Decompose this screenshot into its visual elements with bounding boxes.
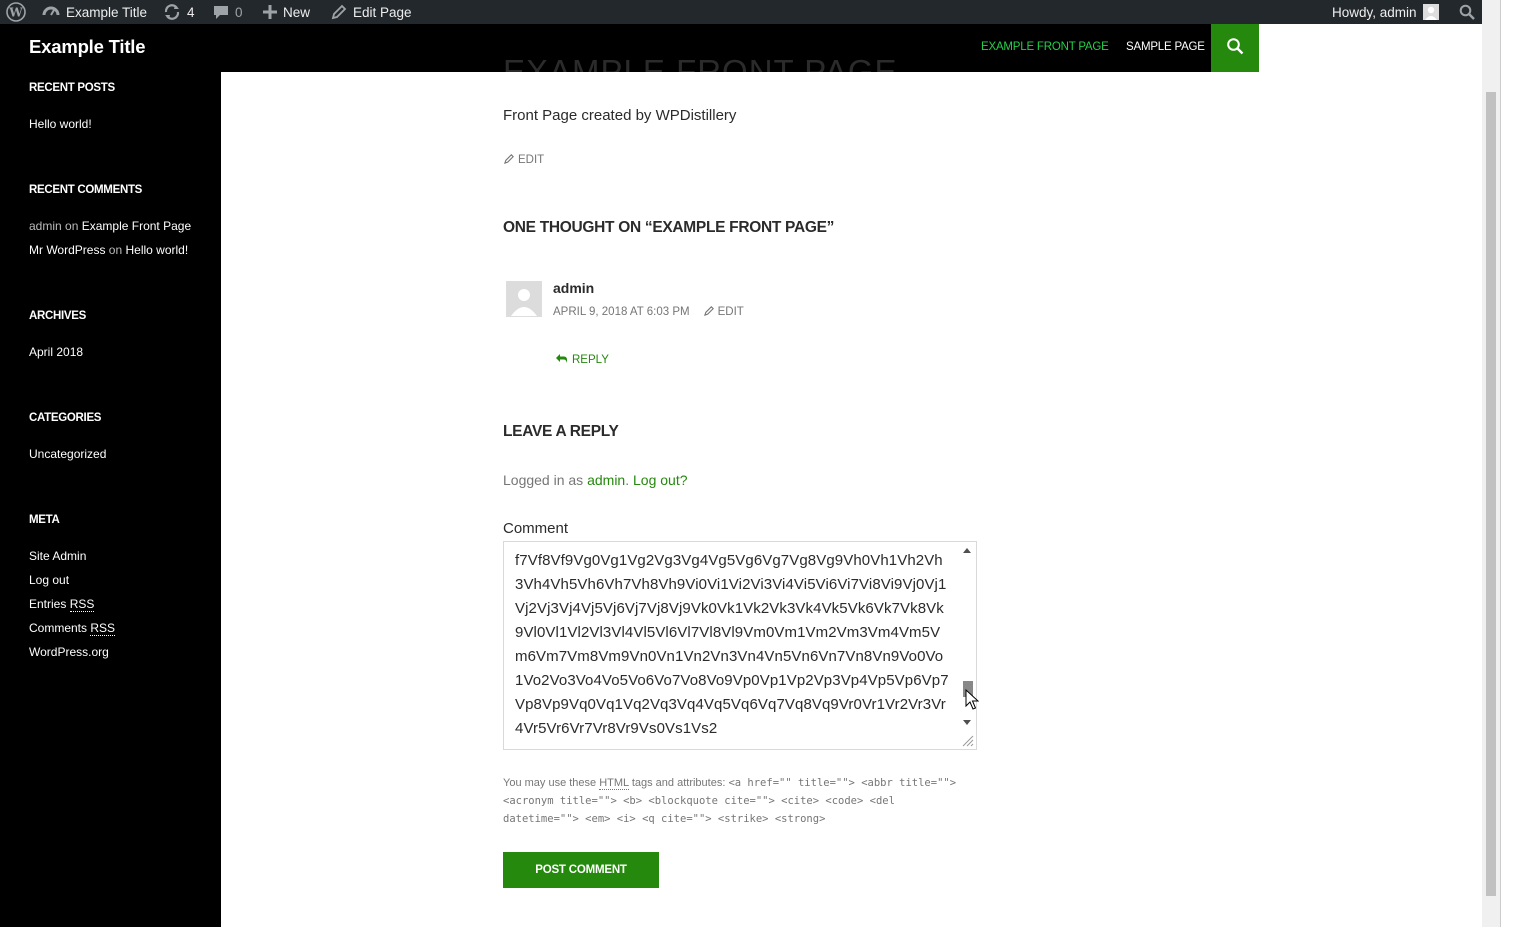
search-icon bbox=[1459, 4, 1475, 20]
nav-item-sample-page[interactable]: SAMPLE PAGE bbox=[1126, 41, 1205, 53]
updates-count: 4 bbox=[187, 4, 195, 20]
comments-button[interactable]: 0 bbox=[213, 0, 243, 24]
rss-abbr: RSS bbox=[69, 597, 95, 612]
allowed-prefix: You may use these bbox=[503, 777, 597, 789]
recent-comment-item: Mr WordPress on Hello world! bbox=[29, 243, 188, 257]
edit-page-label: Edit Page bbox=[353, 4, 412, 20]
comment-reply-link[interactable]: REPLY bbox=[555, 353, 609, 367]
widget-title-recent-posts: RECENT POSTS bbox=[29, 82, 115, 94]
reply-title: LEAVE A REPLY bbox=[503, 423, 619, 440]
comment-metadata: APRIL 9, 2018 AT 6:03 PM EDIT bbox=[553, 305, 744, 319]
adminbar-search-button[interactable] bbox=[1459, 0, 1475, 24]
user-avatar-icon bbox=[1422, 4, 1439, 20]
meta-comments-rss-link[interactable]: Comments RSS bbox=[29, 621, 116, 636]
recent-comment-item: admin on Example Front Page bbox=[29, 219, 191, 233]
post-comment-button[interactable]: POST COMMENT bbox=[503, 852, 659, 888]
meta-wordpress-org-link[interactable]: WordPress.org bbox=[29, 645, 109, 659]
entry-title: EXAMPLE FRONT PAGE bbox=[503, 53, 898, 72]
html-abbr: HTML bbox=[599, 777, 629, 790]
comment-on-text: on bbox=[65, 219, 79, 233]
comment-on-text: on bbox=[108, 243, 123, 257]
recent-post-link[interactable]: Hello world! bbox=[29, 117, 92, 131]
widget-title-categories: CATEGORIES bbox=[29, 412, 102, 424]
entries-label: Entries bbox=[29, 597, 67, 611]
rss-abbr: RSS bbox=[90, 621, 116, 636]
howdy-label: Howdy, admin bbox=[1332, 4, 1417, 20]
avatar bbox=[506, 281, 542, 317]
admin-bar: W Example Title 4 0 New Edit Page Howdy,… bbox=[0, 0, 1482, 24]
archive-link[interactable]: April 2018 bbox=[29, 345, 83, 359]
comment-date-link[interactable]: APRIL 9, 2018 AT 6:03 PM bbox=[553, 306, 690, 318]
comment-author-link[interactable]: admin bbox=[29, 219, 62, 233]
textarea-scrollbar[interactable] bbox=[959, 542, 976, 749]
page-scroll-thumb[interactable] bbox=[1486, 92, 1496, 896]
category-link[interactable]: Uncategorized bbox=[29, 447, 106, 461]
comments-title: ONE THOUGHT ON “EXAMPLE FRONT PAGE” bbox=[503, 219, 835, 236]
comment-label: Comment bbox=[503, 520, 569, 537]
new-content-button[interactable]: New bbox=[263, 0, 310, 24]
comment-edit-link[interactable]: EDIT bbox=[703, 305, 744, 319]
comment-textarea-value: 0Vc1Vc2Vc3Vc4Vc5Vc6Vc7Vc8Vc9Vd0Vd1Vd2Vd3… bbox=[515, 542, 949, 737]
reply-label: REPLY bbox=[572, 354, 609, 366]
scroll-down-arrow-icon[interactable] bbox=[963, 720, 971, 725]
my-account-menu[interactable]: Howdy, admin bbox=[1332, 0, 1439, 24]
pencil-icon bbox=[703, 305, 715, 319]
allowed-suffix: tags and attributes: bbox=[631, 777, 726, 789]
nav-item-example-front-page[interactable]: EXAMPLE FRONT PAGE bbox=[981, 41, 1109, 53]
allowed-tags-note: You may use these HTML tags and attribut… bbox=[503, 774, 963, 828]
svg-text:W: W bbox=[8, 6, 23, 20]
widget-title-recent-comments: RECENT COMMENTS bbox=[29, 184, 143, 196]
site-title-link[interactable]: Example Title bbox=[29, 36, 146, 58]
scroll-up-arrow-icon[interactable] bbox=[963, 548, 971, 553]
edit-label: EDIT bbox=[518, 154, 545, 166]
logged-in-as: Logged in as admin. Log out? bbox=[503, 472, 688, 488]
widget-title-archives: ARCHIVES bbox=[29, 310, 87, 322]
window-edge bbox=[1500, 0, 1518, 927]
search-icon bbox=[1226, 37, 1244, 60]
updates-icon bbox=[163, 3, 181, 21]
comments-label: Comments bbox=[29, 621, 88, 635]
site-name-label: Example Title bbox=[66, 4, 148, 20]
new-label: New bbox=[283, 4, 311, 20]
comment-post-link[interactable]: Hello world! bbox=[126, 243, 189, 257]
search-toggle-button[interactable] bbox=[1211, 24, 1259, 72]
comment-author-link[interactable]: Mr WordPress bbox=[29, 243, 105, 257]
meta-log-out-link[interactable]: Log out bbox=[29, 573, 69, 587]
wordpress-logo-button[interactable]: W bbox=[6, 0, 26, 24]
comment-author-name: admin bbox=[553, 280, 595, 296]
logout-link[interactable]: Log out? bbox=[633, 472, 688, 488]
widget-title-meta: META bbox=[29, 514, 60, 526]
logged-in-prefix: Logged in as bbox=[503, 472, 584, 488]
edit-page-button[interactable]: Edit Page bbox=[331, 0, 412, 24]
pencil-icon bbox=[331, 4, 347, 20]
comment-bubble-icon bbox=[213, 4, 229, 20]
meta-entries-rss-link[interactable]: Entries RSS bbox=[29, 597, 95, 612]
meta-site-admin-link[interactable]: Site Admin bbox=[29, 549, 86, 563]
site-name-menu[interactable]: Example Title bbox=[42, 0, 147, 24]
updates-button[interactable]: 4 bbox=[163, 0, 195, 24]
entry-edit-link[interactable]: EDIT bbox=[504, 153, 544, 167]
comments-count: 0 bbox=[235, 4, 243, 20]
pencil-icon bbox=[504, 153, 515, 167]
resize-handle-icon[interactable] bbox=[961, 734, 974, 749]
comment-edit-label: EDIT bbox=[717, 306, 744, 318]
sidebar: RECENT POSTS Hello world! RECENT COMMENT… bbox=[0, 72, 221, 927]
reply-arrow-icon bbox=[555, 353, 568, 367]
wordpress-icon: W bbox=[6, 2, 26, 22]
comment-textarea[interactable]: 0Vc1Vc2Vc3Vc4Vc5Vc6Vc7Vc8Vc9Vd0Vd1Vd2Vd3… bbox=[503, 541, 977, 750]
comment-post-link[interactable]: Example Front Page bbox=[82, 219, 191, 233]
profile-link[interactable]: admin bbox=[587, 472, 625, 488]
dashboard-icon bbox=[42, 3, 60, 21]
page-scrollbar[interactable] bbox=[1482, 0, 1500, 927]
plus-icon bbox=[263, 5, 277, 19]
mouse-cursor-icon bbox=[965, 688, 980, 716]
entry-content: Front Page created by WPDistillery bbox=[503, 107, 737, 124]
